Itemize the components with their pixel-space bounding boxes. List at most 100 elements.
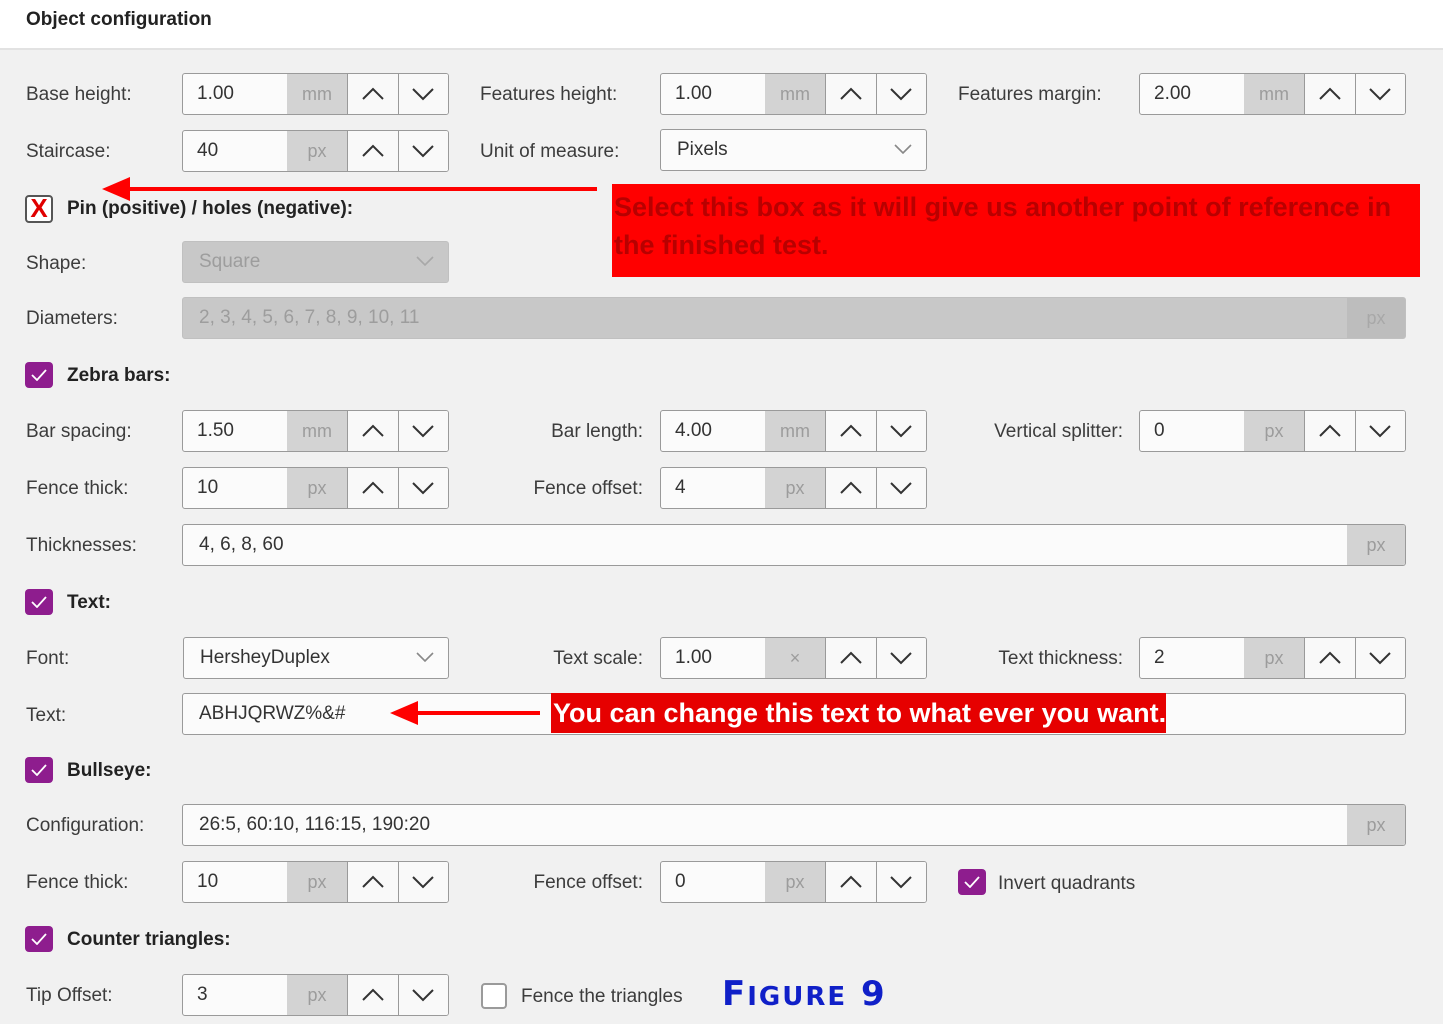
vertical-splitter-spinbox[interactable]: 0 px [1139, 410, 1406, 452]
decrement-button[interactable] [397, 468, 448, 508]
increment-button[interactable] [825, 411, 876, 451]
increment-button[interactable] [347, 862, 398, 902]
text-thickness-label: Text thickness: [998, 648, 1123, 669]
base-height-spinbox[interactable]: 1.00 mm [182, 73, 449, 115]
text-checkbox[interactable] [25, 589, 53, 615]
bar-spacing-unit: mm [287, 411, 347, 451]
features-margin-spinbox[interactable]: 2.00 mm [1139, 73, 1406, 115]
pins-checkbox[interactable]: X [25, 195, 53, 223]
staircase-unit: px [287, 131, 347, 171]
vertical-splitter-value[interactable]: 0 [1140, 411, 1244, 451]
bullseye-fence-thick-value[interactable]: 10 [183, 862, 287, 902]
increment-button[interactable] [347, 468, 398, 508]
shape-label: Shape: [26, 253, 87, 274]
text-thickness-spinbox[interactable]: 2 px [1139, 637, 1406, 679]
staircase-value[interactable]: 40 [183, 131, 287, 171]
chevron-down-icon [412, 876, 434, 889]
decrement-button[interactable] [397, 975, 448, 1015]
chevron-down-icon [1369, 88, 1391, 101]
features-height-value[interactable]: 1.00 [661, 74, 765, 114]
chevron-up-icon [840, 87, 862, 100]
zebra-fence-offset-value[interactable]: 4 [661, 468, 765, 508]
configuration-input[interactable]: 26:5, 60:10, 116:15, 190:20 px [182, 804, 1406, 846]
decrement-button[interactable] [397, 862, 448, 902]
increment-button[interactable] [347, 131, 398, 171]
bullseye-fence-thick-spinbox[interactable]: 10 px [182, 861, 449, 903]
chevron-up-icon [362, 144, 384, 157]
text-scale-spinbox[interactable]: 1.00 × [660, 637, 927, 679]
increment-button[interactable] [347, 411, 398, 451]
bullseye-checkbox[interactable] [25, 757, 53, 783]
tip-offset-spinbox[interactable]: 3 px [182, 974, 449, 1016]
text-thickness-value[interactable]: 2 [1140, 638, 1244, 678]
decrement-button[interactable] [1354, 411, 1405, 451]
diameters-label: Diameters: [26, 308, 118, 329]
decrement-button[interactable] [875, 411, 926, 451]
zebra-fence-offset-spinbox[interactable]: 4 px [660, 467, 927, 509]
text-scale-value[interactable]: 1.00 [661, 638, 765, 678]
invert-quadrants-checkbox[interactable] [958, 869, 986, 895]
increment-button[interactable] [1304, 411, 1355, 451]
decrement-button[interactable] [397, 74, 448, 114]
text-scale-unit: × [765, 638, 825, 678]
features-margin-value[interactable]: 2.00 [1140, 74, 1244, 114]
chevron-up-icon [840, 481, 862, 494]
decrement-button[interactable] [875, 468, 926, 508]
bar-spacing-spinbox[interactable]: 1.50 mm [182, 410, 449, 452]
text-field-label: Text: [26, 705, 67, 726]
bar-spacing-value[interactable]: 1.50 [183, 411, 287, 451]
base-height-unit: mm [287, 74, 347, 114]
features-height-spinbox[interactable]: 1.00 mm [660, 73, 927, 115]
features-margin-label: Features margin: [958, 84, 1102, 105]
decrement-button[interactable] [397, 131, 448, 171]
tip-offset-unit: px [287, 975, 347, 1015]
increment-button[interactable] [825, 638, 876, 678]
tip-offset-label: Tip Offset: [26, 985, 113, 1006]
counter-triangles-checkbox[interactable] [25, 926, 53, 952]
thicknesses-input[interactable]: 4, 6, 8, 60 px [182, 524, 1406, 566]
diameters-unit: px [1347, 298, 1405, 338]
bar-length-value[interactable]: 4.00 [661, 411, 765, 451]
increment-button[interactable] [825, 862, 876, 902]
decrement-button[interactable] [1354, 74, 1405, 114]
decrement-button[interactable] [1354, 638, 1405, 678]
increment-button[interactable] [1304, 74, 1355, 114]
font-select[interactable]: HersheyDuplex [183, 637, 449, 679]
chevron-up-icon [1319, 87, 1341, 100]
chevron-down-icon [416, 652, 434, 662]
increment-button[interactable] [825, 468, 876, 508]
checkmark-icon [31, 369, 47, 381]
decrement-button[interactable] [875, 862, 926, 902]
annotation-callout: You can change this text to what ever yo… [551, 693, 1167, 733]
increment-button[interactable] [825, 74, 876, 114]
increment-button[interactable] [1304, 638, 1355, 678]
decrement-button[interactable] [875, 638, 926, 678]
configuration-unit: px [1347, 805, 1405, 845]
base-height-label: Base height: [26, 84, 132, 105]
diameters-input[interactable]: 2, 3, 4, 5, 6, 7, 8, 9, 10, 11 px [182, 297, 1406, 339]
base-height-value[interactable]: 1.00 [183, 74, 287, 114]
thicknesses-value: 4, 6, 8, 60 [199, 534, 284, 555]
figure-caption: FIGURE 9 [722, 974, 887, 1014]
tip-offset-value[interactable]: 3 [183, 975, 287, 1015]
features-margin-unit: mm [1244, 74, 1304, 114]
bullseye-fence-offset-value[interactable]: 0 [661, 862, 765, 902]
decrement-button[interactable] [875, 74, 926, 114]
zebra-fence-thick-value[interactable]: 10 [183, 468, 287, 508]
bar-length-spinbox[interactable]: 4.00 mm [660, 410, 927, 452]
increment-button[interactable] [347, 975, 398, 1015]
panel-header [0, 0, 1443, 50]
bullseye-fence-offset-spinbox[interactable]: 0 px [660, 861, 927, 903]
zebra-fence-thick-unit: px [287, 468, 347, 508]
staircase-spinbox[interactable]: 40 px [182, 130, 449, 172]
zebra-fence-thick-spinbox[interactable]: 10 px [182, 467, 449, 509]
fence-triangles-checkbox[interactable] [481, 983, 507, 1009]
zebra-bars-checkbox[interactable] [25, 362, 53, 388]
zebra-fence-offset-unit: px [765, 468, 825, 508]
increment-button[interactable] [347, 74, 398, 114]
shape-select[interactable]: Square [182, 241, 449, 283]
decrement-button[interactable] [397, 411, 448, 451]
unit-of-measure-select[interactable]: Pixels [660, 129, 927, 171]
chevron-down-icon [412, 989, 434, 1002]
chevron-down-icon [412, 145, 434, 158]
